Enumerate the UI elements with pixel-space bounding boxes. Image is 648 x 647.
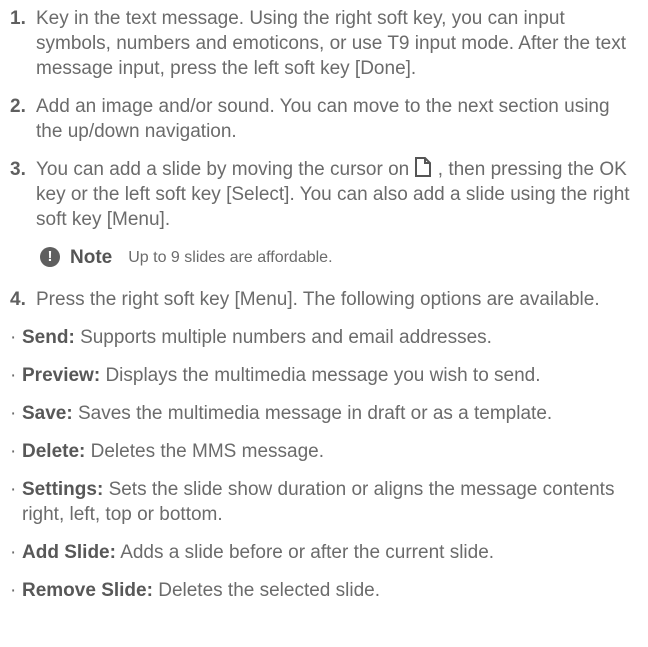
step-number: 1. bbox=[10, 8, 26, 29]
option-term: Send: bbox=[22, 327, 75, 348]
option-desc: Supports multiple numbers and email addr… bbox=[80, 327, 492, 348]
step-3: 3. You can add a slide by moving the cur… bbox=[8, 157, 640, 232]
option-term: Add Slide: bbox=[22, 542, 116, 563]
step-number: 4. bbox=[10, 289, 26, 310]
option-item-save: · Save: Saves the multimedia message in … bbox=[8, 401, 640, 426]
step-4: 4. Press the right soft key [Menu]. The … bbox=[8, 287, 640, 312]
note-text: Up to 9 slides are affordable. bbox=[128, 248, 333, 266]
step-text: Press the right soft key [Menu]. The fol… bbox=[36, 289, 600, 310]
option-item-send: · Send: Supports multiple numbers and em… bbox=[8, 325, 640, 350]
option-item-remove-slide: · Remove Slide: Deletes the selected sli… bbox=[8, 578, 640, 603]
option-term: Settings: bbox=[22, 479, 104, 500]
option-term: Save: bbox=[22, 403, 73, 424]
option-item-settings: · Settings: Sets the slide show duration… bbox=[8, 477, 640, 527]
option-term: Delete: bbox=[22, 441, 86, 462]
step-text: Add an image and/or sound. You can move … bbox=[36, 96, 610, 142]
step-2: 2. Add an image and/or sound. You can mo… bbox=[8, 94, 640, 144]
option-term: Preview: bbox=[22, 365, 101, 386]
exclamation-icon: ! bbox=[40, 247, 60, 267]
bullet-icon: · bbox=[10, 479, 17, 500]
new-slide-icon bbox=[415, 157, 432, 177]
option-desc: Displays the multimedia message you wish… bbox=[105, 365, 541, 386]
option-desc: Saves the multimedia message in draft or… bbox=[77, 403, 553, 424]
note-label: Note bbox=[70, 246, 113, 268]
manual-page: 1. Key in the text message. Using the ri… bbox=[0, 0, 648, 647]
bullet-icon: · bbox=[10, 403, 17, 424]
option-item-delete: · Delete: Deletes the MMS message. bbox=[8, 439, 640, 464]
option-desc: Sets the slide show duration or aligns t… bbox=[22, 479, 615, 525]
option-desc: Adds a slide before or after the current… bbox=[120, 542, 495, 563]
bullet-icon: · bbox=[10, 365, 17, 386]
bullet-icon: · bbox=[10, 542, 17, 563]
option-desc: Deletes the MMS message. bbox=[90, 441, 325, 462]
bullet-icon: · bbox=[10, 327, 17, 348]
option-desc: Deletes the selected slide. bbox=[158, 580, 381, 601]
step-text-before-icon: You can add a slide by moving the cursor… bbox=[36, 159, 410, 180]
step-1: 1. Key in the text message. Using the ri… bbox=[8, 6, 640, 81]
step-number: 3. bbox=[10, 159, 26, 180]
step-number: 2. bbox=[10, 96, 26, 117]
option-item-add-slide: · Add Slide: Adds a slide before or afte… bbox=[8, 540, 640, 565]
bullet-icon: · bbox=[10, 441, 17, 462]
option-item-preview: · Preview: Displays the multimedia messa… bbox=[8, 363, 640, 388]
note-box: ! Note Up to 9 slides are affordable. bbox=[40, 245, 640, 269]
bullet-icon: · bbox=[10, 580, 17, 601]
option-term: Remove Slide: bbox=[22, 580, 153, 601]
step-text: Key in the text message. Using the right… bbox=[36, 8, 627, 79]
